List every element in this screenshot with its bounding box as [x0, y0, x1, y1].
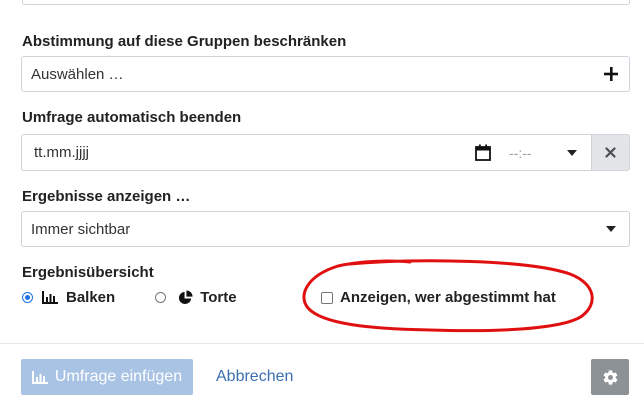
auto-end-datetime: tt.mm.jjjj --:--: [21, 134, 630, 171]
radio-torte[interactable]: [155, 292, 167, 303]
groups-placeholder: Auswählen …: [31, 65, 124, 83]
pie-chart-icon: [179, 290, 193, 305]
plus-icon: [604, 67, 618, 81]
results-visibility-value: Immer sichtbar: [31, 220, 131, 238]
annotation-circle: [302, 259, 594, 333]
results-overview-label: Ergebnisübersicht: [22, 264, 154, 281]
settings-button[interactable]: [591, 359, 629, 395]
balken-label[interactable]: Balken: [66, 289, 115, 306]
results-visibility-select[interactable]: Immer sichtbar: [21, 211, 630, 247]
groups-select[interactable]: Auswählen …: [21, 56, 630, 92]
close-icon: [605, 147, 616, 158]
add-group-button[interactable]: [593, 57, 629, 91]
torte-label[interactable]: Torte: [200, 289, 236, 306]
bar-chart-icon: [31, 370, 48, 384]
results-overview-options: Balken Torte: [22, 289, 237, 306]
auto-end-label: Umfrage automatisch beenden: [22, 109, 242, 126]
gear-icon: [603, 369, 617, 385]
time-input[interactable]: --:--: [509, 145, 532, 161]
groups-label: Abstimmung auf diese Gruppen beschränken: [22, 33, 347, 50]
calendar-icon[interactable]: [475, 144, 491, 165]
date-input[interactable]: tt.mm.jjjj: [22, 144, 480, 161]
clear-date-button[interactable]: [591, 134, 630, 171]
previous-field-bottom: [22, 0, 630, 5]
bar-chart-icon: [42, 291, 58, 304]
insert-poll-button[interactable]: Umfrage einfügen: [21, 359, 193, 395]
datetime-input[interactable]: tt.mm.jjjj --:--: [21, 134, 591, 171]
insert-poll-label: Umfrage einfügen: [54, 368, 183, 385]
cancel-button[interactable]: Abbrechen: [216, 368, 293, 386]
radio-balken[interactable]: [22, 292, 33, 303]
time-dropdown-caret-icon[interactable]: [567, 150, 577, 156]
chevron-down-icon: [606, 226, 616, 232]
footer-divider: [0, 343, 644, 344]
results-visibility-label: Ergebnisse anzeigen …: [22, 188, 191, 205]
